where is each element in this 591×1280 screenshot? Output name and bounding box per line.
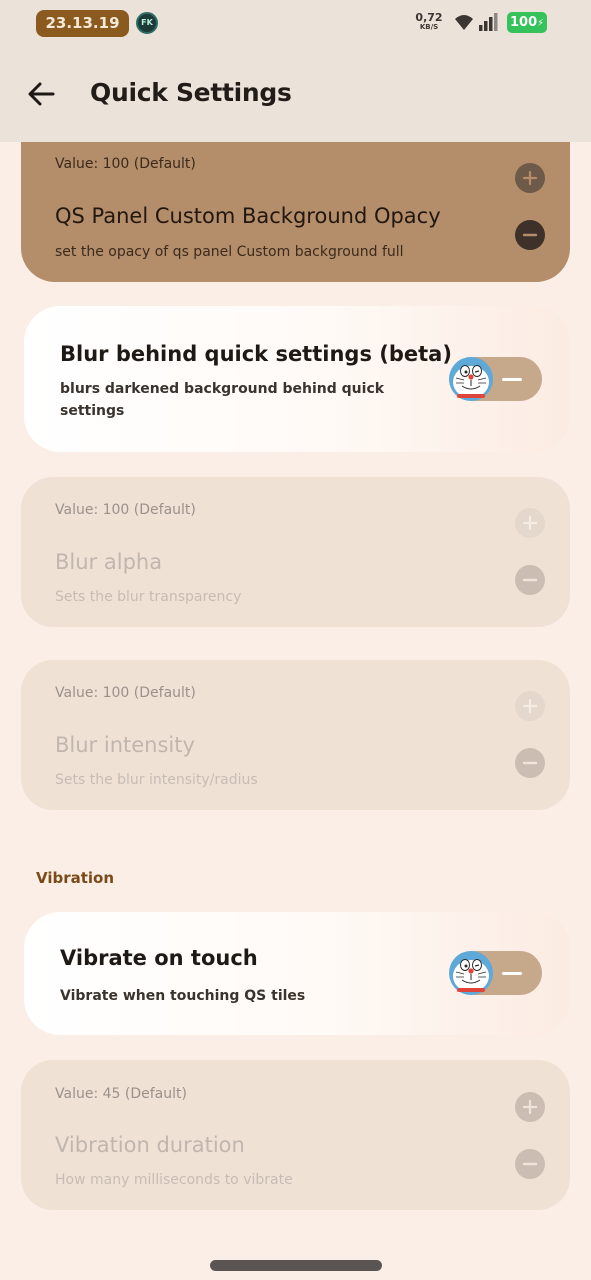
battery-indicator: 100⚡ — [507, 12, 547, 33]
blur-alpha-subtitle: Sets the blur transparency — [55, 589, 242, 605]
qs-opacity-title: QS Panel Custom Background Opacy — [55, 204, 441, 228]
signal-icon — [479, 13, 498, 31]
vibrate-touch-title: Vibrate on touch — [60, 946, 258, 970]
minus-icon — [522, 578, 538, 582]
vibration-duration-value: Value: 45 (Default) — [55, 1086, 187, 1102]
blur-intensity-title: Blur intensity — [55, 733, 195, 757]
blur-behind-subtitle: blurs darkened background behind quick s… — [60, 381, 385, 419]
plus-icon — [522, 515, 538, 531]
increase-button[interactable] — [515, 508, 545, 538]
vibration-duration-card[interactable]: Value: 45 (Default) Vibration duration H… — [21, 1060, 570, 1210]
toggle-off-mark — [502, 378, 522, 381]
minus-icon — [522, 761, 538, 765]
blur-intensity-value: Value: 100 (Default) — [55, 685, 196, 701]
vibration-duration-title: Vibration duration — [55, 1133, 245, 1157]
increase-button[interactable] — [515, 1092, 545, 1122]
wifi-icon — [455, 15, 473, 30]
qs-opacity-subtitle: set the opacy of qs panel Custom backgro… — [55, 244, 404, 260]
blur-alpha-title: Blur alpha — [55, 550, 163, 574]
cat-face-icon — [449, 357, 493, 401]
vibration-duration-subtitle: How many milliseconds to vibrate — [55, 1172, 293, 1188]
decrease-button[interactable] — [515, 1149, 545, 1179]
charging-icon: ⚡ — [537, 18, 545, 29]
blur-intensity-subtitle: Sets the blur intensity/radius — [55, 772, 258, 788]
plus-icon — [522, 1099, 538, 1115]
decrease-button[interactable] — [515, 565, 545, 595]
blur-alpha-value: Value: 100 (Default) — [55, 502, 196, 518]
increase-button[interactable] — [515, 691, 545, 721]
app-bar: 23.13.19 FK 0,72 KB/S 100⚡ Quick Setting… — [0, 0, 591, 142]
back-arrow-icon[interactable] — [26, 80, 56, 108]
status-time: 23.13.19 — [36, 10, 129, 37]
decrease-button[interactable] — [515, 748, 545, 778]
home-gesture-bar[interactable] — [210, 1260, 382, 1271]
network-speed-unit: KB/S — [419, 23, 439, 31]
minus-icon — [522, 233, 538, 237]
vibrate-touch-subtitle: Vibrate when touching QS tiles — [60, 988, 306, 1004]
screen: 23.13.19 FK 0,72 KB/S 100⚡ Quick Setting… — [0, 0, 591, 1280]
page-title: Quick Settings — [90, 78, 292, 107]
plus-icon — [522, 170, 538, 186]
blur-alpha-card[interactable]: Value: 100 (Default) Blur alpha Sets the… — [21, 477, 570, 627]
toggle-off-mark — [502, 972, 522, 975]
network-speed: 0,72 KB/S — [412, 12, 446, 32]
vibrate-touch-toggle[interactable] — [449, 951, 542, 995]
blur-intensity-card[interactable]: Value: 100 (Default) Blur intensity Sets… — [21, 660, 570, 810]
section-header-vibration: Vibration — [36, 869, 115, 887]
qs-opacity-card[interactable]: Value: 100 (Default) QS Panel Custom Bac… — [21, 142, 570, 282]
qs-opacity-value: Value: 100 (Default) — [55, 156, 196, 172]
blur-behind-title: Blur behind quick settings (beta) — [60, 342, 452, 366]
cat-face-icon — [449, 951, 493, 995]
decrease-button[interactable] — [515, 220, 545, 250]
fk-app-icon: FK — [136, 12, 158, 34]
blur-behind-toggle[interactable] — [449, 357, 542, 401]
plus-icon — [522, 698, 538, 714]
vibrate-touch-card[interactable]: Vibrate on touch Vibrate when touching Q… — [24, 912, 570, 1035]
blur-behind-card[interactable]: Blur behind quick settings (beta) blurs … — [24, 306, 570, 452]
minus-icon — [522, 1162, 538, 1166]
battery-level: 100 — [510, 15, 538, 30]
increase-button[interactable] — [515, 163, 545, 193]
